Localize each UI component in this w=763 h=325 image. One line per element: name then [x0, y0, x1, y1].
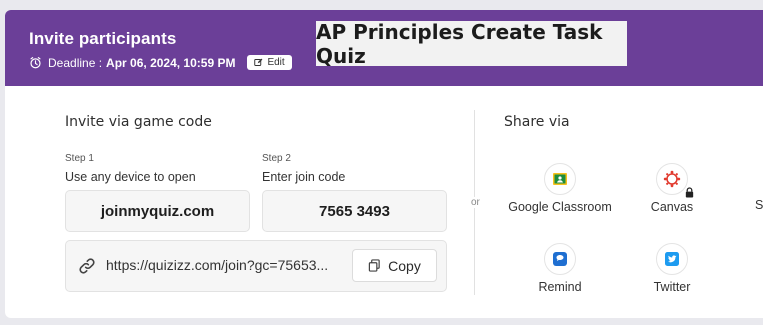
share-google-classroom[interactable]: Google Classroom	[505, 163, 615, 214]
alarm-clock-icon	[30, 57, 41, 69]
share-label-partial: S	[755, 198, 763, 212]
invite-card: Invite participants Deadline : Apr 06, 2…	[5, 10, 763, 318]
join-link-url[interactable]: https://quizizz.com/join?gc=75653...	[106, 257, 328, 273]
copy-link-button[interactable]: Copy	[352, 249, 437, 282]
header-title: Invite participants	[29, 29, 177, 48]
quiz-title: AP Principles Create Task Quiz	[316, 20, 627, 68]
edit-label: Edit	[267, 57, 285, 68]
google-classroom-icon	[553, 173, 567, 185]
deadline-value: Apr 06, 2024, 10:59 PM	[106, 55, 236, 70]
share-label-canvas: Canvas	[650, 200, 694, 214]
share-label-twitter: Twitter	[653, 280, 691, 294]
site-box[interactable]: joinmyquiz.com	[65, 190, 250, 232]
edit-deadline-button[interactable]: Edit	[247, 55, 292, 70]
canvas-icon	[663, 170, 681, 188]
share-twitter[interactable]: Twitter	[617, 243, 727, 294]
share-section-title: Share via	[504, 114, 570, 130]
share-canvas[interactable]: Canvas	[617, 163, 727, 214]
deadline-label: Deadline :	[48, 55, 103, 70]
copy-label: Copy	[388, 257, 421, 274]
invite-section-title: Invite via game code	[65, 114, 212, 130]
step2-text: Enter join code	[262, 170, 346, 184]
remind-icon	[553, 252, 567, 266]
join-code-box[interactable]: 7565 3493	[262, 190, 447, 232]
step1-text: Use any device to open	[65, 170, 196, 184]
deadline-row: Deadline : Apr 06, 2024, 10:59 PM Edit	[29, 55, 292, 70]
share-remind[interactable]: Remind	[505, 243, 615, 294]
join-link-box: https://quizizz.com/join?gc=75653... Cop…	[65, 240, 447, 292]
step2-label: Step 2	[262, 153, 291, 164]
invite-header: Invite participants Deadline : Apr 06, 2…	[5, 10, 763, 86]
share-label-google-classroom: Google Classroom	[508, 200, 612, 214]
or-label: or	[470, 197, 481, 208]
link-icon	[79, 258, 95, 274]
twitter-icon	[665, 252, 679, 266]
lock-icon	[685, 187, 694, 198]
share-label-remind: Remind	[538, 280, 582, 294]
pencil-square-icon	[254, 58, 263, 66]
step1-label: Step 1	[65, 153, 94, 164]
copy-icon	[368, 259, 380, 272]
